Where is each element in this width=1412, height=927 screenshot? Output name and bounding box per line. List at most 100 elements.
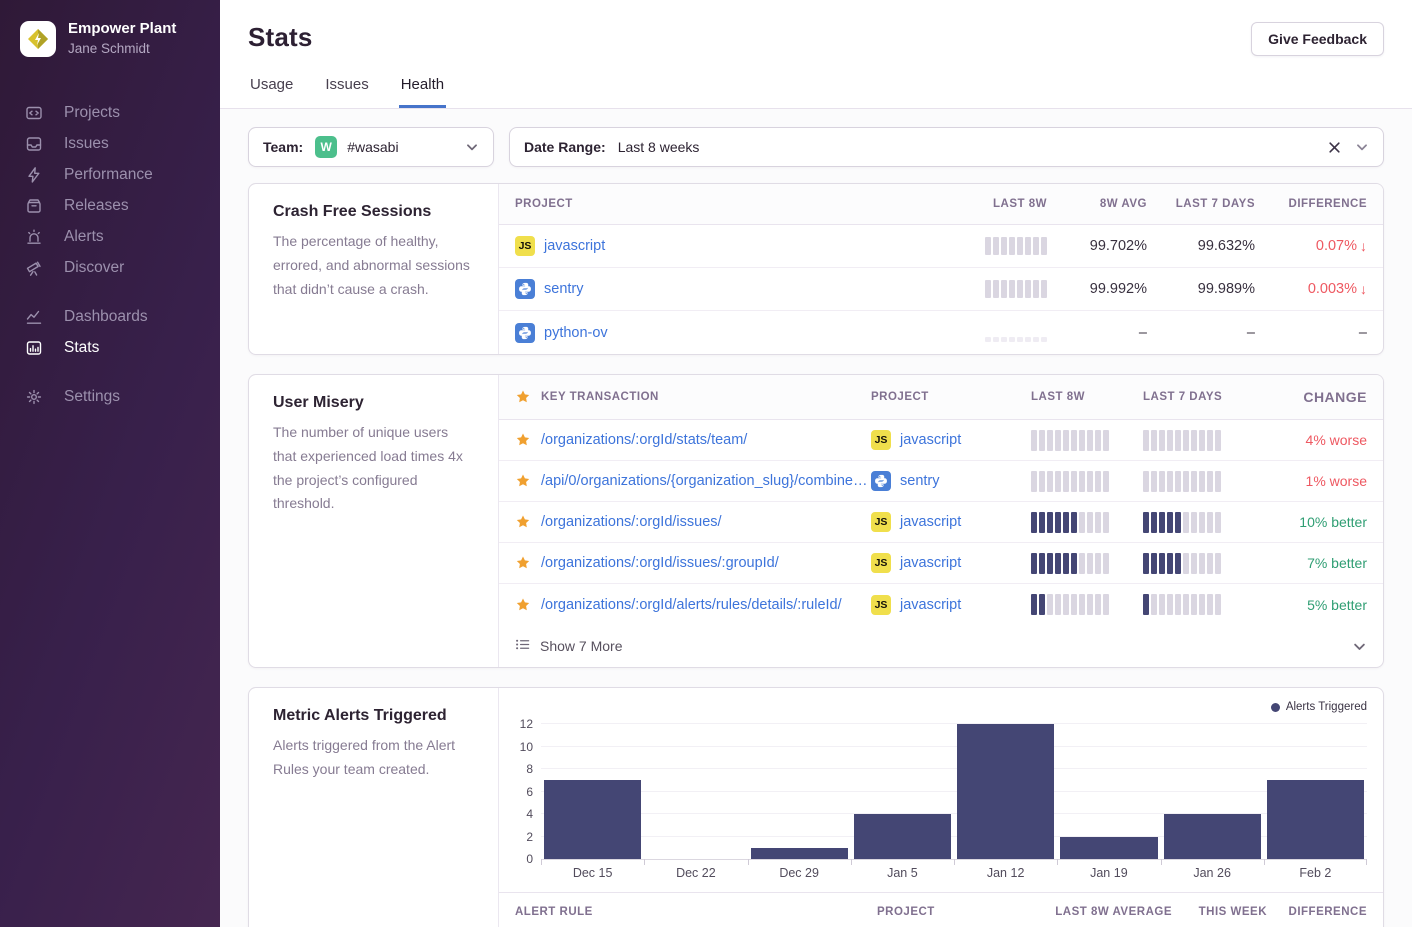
column-last-8w-average: Last 8W Average	[1012, 906, 1172, 918]
chart-x-tick-label: Dec 22	[644, 866, 747, 890]
sidebar-section-spacer	[0, 283, 220, 301]
tab-health[interactable]: Health	[399, 76, 446, 108]
sidebar-item-label: Performance	[64, 166, 153, 184]
key-transaction-star-icon[interactable]	[515, 597, 541, 613]
tab-issues[interactable]: Issues	[323, 76, 370, 108]
project-link[interactable]: javascript	[900, 555, 961, 571]
sidebar-item-label: Projects	[64, 104, 120, 122]
show-more-button[interactable]: Show 7 More	[499, 625, 1383, 667]
sidebar-nav: ProjectsIssuesPerformanceReleasesAlertsD…	[0, 97, 220, 412]
sidebar-item-label: Issues	[64, 135, 109, 153]
clear-icon[interactable]	[1328, 141, 1341, 154]
metric-alerts-description: Metric Alerts Triggered Alerts triggered…	[249, 688, 499, 927]
sidebar-item-stats[interactable]: Stats	[0, 332, 220, 363]
user-misery-row-4: /organizations/:orgId/alerts/rules/detai…	[499, 584, 1383, 625]
sidebar-item-releases[interactable]: Releases	[0, 190, 220, 221]
sidebar-item-settings[interactable]: Settings	[0, 381, 220, 412]
chart-x-tick-label: Feb 2	[1264, 866, 1367, 890]
sparkline	[1031, 471, 1109, 492]
bar-jan-19[interactable]	[1060, 837, 1157, 860]
panel-title: Metric Alerts Triggered	[273, 707, 474, 725]
team-selector[interactable]: Team: W #wasabi	[248, 127, 494, 167]
transaction-link[interactable]: /organizations/:orgId/stats/team/	[541, 432, 747, 448]
transaction-link[interactable]: /api/0/organizations/{organization_slug}…	[541, 473, 867, 489]
sparkline	[1143, 553, 1221, 574]
user-misery-row-3: /organizations/:orgId/issues/:groupId/JS…	[499, 543, 1383, 584]
bar-jan-5[interactable]	[854, 814, 951, 859]
chart-x-tick	[541, 859, 542, 865]
sidebar-item-performance[interactable]: Performance	[0, 159, 220, 190]
date-range-selector[interactable]: Date Range: Last 8 weeks	[509, 127, 1384, 167]
legend-label: Alerts Triggered	[1286, 701, 1367, 713]
sparkline	[985, 324, 1047, 342]
chart-x-tick	[1161, 859, 1162, 865]
chart-x-axis-labels: Dec 15Dec 22Dec 29Jan 5Jan 12Jan 19Jan 2…	[541, 866, 1367, 890]
bar-jan-26[interactable]	[1164, 814, 1261, 859]
chart-gridline	[541, 746, 1367, 747]
column-project: Project	[871, 391, 1031, 403]
column-change: Change	[1255, 389, 1367, 405]
bar-dec-15[interactable]	[544, 780, 641, 859]
key-transaction-star-icon[interactable]	[515, 432, 541, 448]
sparkline	[985, 237, 1047, 255]
sidebar-item-projects[interactable]: Projects	[0, 97, 220, 128]
bar-dec-29[interactable]	[751, 848, 848, 859]
chart-x-tick	[644, 859, 645, 865]
chart-x-tick	[1057, 859, 1058, 865]
bar-jan-12[interactable]	[957, 724, 1054, 859]
date-range-value: Last 8 weeks	[618, 139, 700, 155]
tab-usage[interactable]: Usage	[248, 76, 295, 108]
discover-icon	[24, 258, 44, 278]
transaction-link[interactable]: /organizations/:orgId/alerts/rules/detai…	[541, 597, 842, 613]
sparkline	[1031, 430, 1109, 451]
give-feedback-button[interactable]: Give Feedback	[1251, 22, 1384, 56]
chart-legend: Alerts Triggered	[499, 700, 1367, 714]
change-value: 1% worse	[1255, 473, 1367, 489]
crash-free-description: Crash Free Sessions The percentage of he…	[249, 184, 499, 354]
column-this-week: This Week	[1172, 906, 1267, 918]
chart-x-tick-label: Jan 19	[1057, 866, 1160, 890]
transaction-link[interactable]: /organizations/:orgId/issues/:groupId/	[541, 555, 779, 571]
sidebar-item-dashboards[interactable]: Dashboards	[0, 301, 220, 332]
bar-feb-2[interactable]	[1267, 780, 1364, 859]
key-transaction-star-icon[interactable]	[515, 555, 541, 571]
sidebar-item-discover[interactable]: Discover	[0, 252, 220, 283]
chart-x-tick	[954, 859, 955, 865]
list-icon	[515, 637, 530, 655]
chart-gridline	[541, 723, 1367, 724]
chart-x-tick	[1264, 859, 1265, 865]
project-link[interactable]: sentry	[544, 281, 584, 297]
column-project: Project	[515, 198, 932, 210]
last-7-days-value: 99.989%	[1147, 281, 1255, 297]
transaction-link[interactable]: /organizations/:orgId/issues/	[541, 514, 722, 530]
chevron-down-icon[interactable]	[1355, 140, 1369, 154]
project-link[interactable]: javascript	[900, 432, 961, 448]
performance-icon	[24, 165, 44, 185]
project-link[interactable]: javascript	[900, 514, 961, 530]
chart-x-tick-label: Jan 26	[1161, 866, 1264, 890]
change-value: 10% better	[1255, 514, 1367, 530]
sidebar-item-issues[interactable]: Issues	[0, 128, 220, 159]
last-7-days-value: 99.632%	[1147, 238, 1255, 254]
chart-x-tick	[748, 859, 749, 865]
key-transaction-star-icon[interactable]	[515, 473, 541, 489]
crash-free-table-header: Project Last 8W 8W Avg Last 7 Days Diffe…	[499, 184, 1383, 225]
project-link[interactable]: javascript	[544, 238, 605, 254]
arrow-down-icon: ↓	[1360, 281, 1367, 297]
8w-avg-value: 99.992%	[1047, 281, 1147, 297]
8w-avg-value: 99.702%	[1047, 238, 1147, 254]
metric-alerts-table-header: Alert Rule Project Last 8W Average This …	[499, 892, 1383, 927]
content: Team: W #wasabi Date Range: Last 8 weeks	[220, 109, 1412, 927]
chart-gridline	[541, 768, 1367, 769]
change-value: 4% worse	[1255, 432, 1367, 448]
javascript-platform-icon: JS	[515, 236, 535, 256]
org-switcher[interactable]: Empower Plant Jane Schmidt	[0, 0, 220, 57]
project-link[interactable]: sentry	[900, 473, 940, 489]
team-avatar: W	[315, 136, 337, 158]
key-transaction-star-icon[interactable]	[515, 514, 541, 530]
project-link[interactable]: javascript	[900, 597, 961, 613]
projects-icon	[24, 103, 44, 123]
change-value: 5% better	[1255, 597, 1367, 613]
sidebar-item-alerts[interactable]: Alerts	[0, 221, 220, 252]
project-link[interactable]: python-ov	[544, 325, 608, 341]
